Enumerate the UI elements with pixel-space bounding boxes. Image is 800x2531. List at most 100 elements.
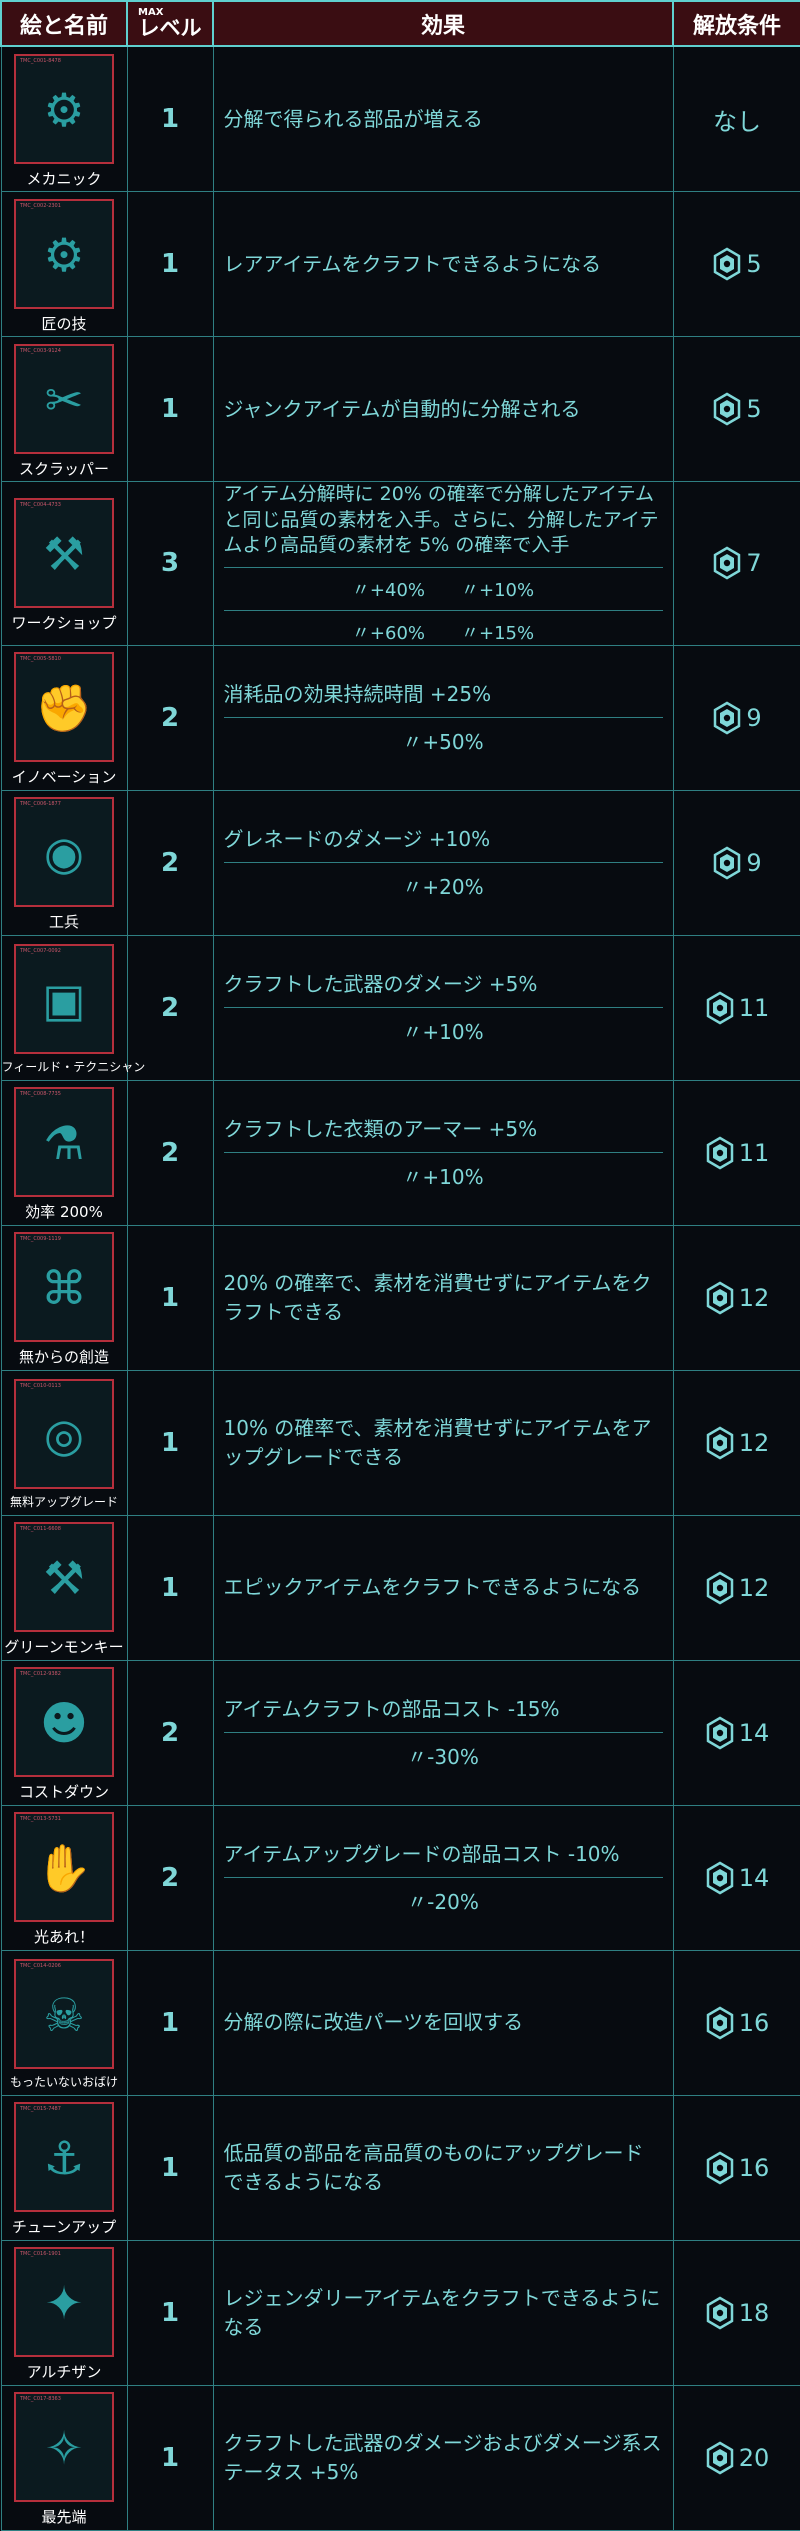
effect-text: アイテムアップグレードの部品コスト -10%: [223, 1842, 620, 1867]
unlock-value: 16: [738, 2008, 770, 2037]
effect-text: 20% の確率で、素材を消費せずにアイテムをクラフトできる: [223, 1270, 652, 1324]
perk-card: TMC_C008-7735 ⚗: [14, 1087, 114, 1198]
effect-level-value: 〃-20%: [407, 1890, 479, 1915]
max-level: 1: [126, 2239, 214, 2386]
perk-rows: TMC_C001-8478 ⚙ メカニック 1 分解で得られる部品が増える なし TMC_C…: [0, 45, 800, 2531]
table-row: TMC_C008-7735 ⚗ 効率 200% 2 クラフトした衣類のアーマー +5% 〃…: [0, 1079, 800, 1226]
perk-name: フィールド・テクニシャン: [1, 1060, 146, 1075]
skull-icon: ☠: [43, 1988, 85, 2043]
card-code: TMC_C006-1877: [20, 801, 61, 808]
perk-card: TMC_C012-9382 ☻: [14, 1667, 114, 1778]
tape-icon: ◎: [43, 1408, 85, 1463]
effect-text: レジェンダリーアイテムをクラフトできるようになる: [223, 2285, 661, 2339]
unlock-value: なし: [713, 107, 761, 136]
table-row: TMC_C011-6608 ⚒ グリーンモンキー 1 エピックアイテムをクラフトできるよ…: [0, 1514, 800, 1661]
effect-text: アイテムクラフトの部品コスト -15%: [223, 1697, 560, 1722]
effect-cell: エピックアイテムをクラフトできるようになる: [212, 1514, 674, 1661]
max-level: 2: [126, 789, 214, 936]
perk-cell: TMC_C006-1877 ◉ 工兵: [0, 789, 128, 936]
effect-cell: グレネードのダメージ +10% 〃+20%: [212, 789, 674, 936]
multitool-icon: ⚒: [43, 526, 85, 581]
unlock-value: 14: [738, 1718, 770, 1747]
unlock-cell: なし: [672, 45, 800, 192]
perk-points-gear-icon: [714, 247, 741, 281]
unlock-value: 11: [738, 1138, 770, 1167]
effect-divider: [223, 1007, 663, 1009]
unlock-cell: 16: [672, 2094, 800, 2241]
max-level: 2: [126, 1659, 214, 1806]
perk-cell: TMC_C007-0092 ▣ フィールド・テクニシャン: [0, 934, 146, 1081]
perk-points-gear-icon: [706, 2151, 733, 2185]
effect-cell: クラフトした衣類のアーマー +5% 〃+10%: [212, 1079, 674, 1226]
card-code: TMC_C005-5810: [20, 656, 61, 663]
perk-points-gear-icon: [706, 2441, 733, 2475]
perk-points-gear-icon: [714, 846, 741, 880]
effect-text: 分解で得られる部品が増える: [223, 106, 483, 131]
max-level: 1: [126, 1514, 214, 1661]
table-row: TMC_C004-4733 ⚒ ワークショップ 3 アイテム分解時に 20% の確率で分…: [0, 481, 800, 646]
header-level: MAX レベル: [126, 0, 214, 47]
unlock-value: 14: [738, 1863, 770, 1892]
table-row: TMC_C007-0092 ▣ フィールド・テクニシャン 2 クラフトした武器のダメージ…: [0, 934, 800, 1081]
perk-cell: TMC_C009-1119 ⌘ 無からの創造: [0, 1224, 128, 1371]
card-code: TMC_C016-1901: [20, 2251, 61, 2258]
effect-cell: レジェンダリーアイテムをクラフトできるようになる: [212, 2239, 674, 2386]
max-level: 1: [126, 2094, 214, 2241]
effect-cell: レアアイテムをクラフトできるようになる: [212, 191, 674, 337]
paper-crane-icon: ✧: [44, 2421, 84, 2476]
unlock-cell: 11: [672, 934, 800, 1081]
bag-tag-icon: ⌘: [41, 1261, 87, 1316]
perk-points-gear-icon: [714, 392, 741, 426]
effect-cell: 10% の確率で、素材を消費せずにアイテムをアップグレードできる: [212, 1369, 674, 1516]
table-row: TMC_C012-9382 ☻ コストダウン 2 アイテムクラフトの部品コスト -15%…: [0, 1659, 800, 1806]
effect-cell: ジャンクアイテムが自動的に分解される: [212, 336, 674, 482]
table-row: TMC_C017-8363 ✧ 最先端 1 クラフトした武器のダメージおよびダメージ系ス…: [0, 2384, 800, 2531]
max-level: 1: [126, 336, 214, 482]
effect-text: レアアイテムをクラフトできるようになる: [223, 251, 602, 276]
effect-cell: 20% の確率で、素材を消費せずにアイテムをクラフトできる: [212, 1224, 674, 1371]
effect-divider: [223, 609, 663, 611]
card-code: TMC_C015-7487: [20, 2106, 61, 2113]
cutter-hand-icon: ✂: [44, 372, 84, 427]
header-name: 絵と名前: [0, 0, 128, 47]
perk-name: 無料アップグレード: [9, 1495, 118, 1510]
perk-table: 絵と名前 MAX レベル 効果 解放条件 TMC_C001-8478 ⚙ メカニック…: [0, 0, 800, 2531]
effect-level-value: 〃-30%: [407, 1745, 479, 1770]
bottle-icon: ⚗: [43, 1116, 85, 1171]
table-row: TMC_C001-8478 ⚙ メカニック 1 分解で得られる部品が増える なし: [0, 45, 800, 192]
effect-cell: アイテムクラフトの部品コスト -15% 〃-30%: [212, 1659, 674, 1806]
max-level: 1: [126, 2384, 214, 2531]
effect-divider: [223, 1732, 663, 1734]
perk-cell: TMC_C016-1901 ✦ アルチザン: [0, 2239, 128, 2386]
card-code: TMC_C010-0113: [20, 1383, 61, 1390]
unlock-value: 5: [746, 250, 762, 278]
perk-name: 無からの創造: [18, 1348, 109, 1367]
max-level: 1: [126, 45, 214, 192]
table-row: TMC_C016-1901 ✦ アルチザン 1 レジェンダリーアイテムをクラフトできるよ…: [0, 2239, 800, 2386]
perk-card: TMC_C016-1901 ✦: [14, 2247, 114, 2358]
effect-divider: [223, 566, 663, 568]
effect-cell: クラフトした武器のダメージおよびダメージ系ステータス +5%: [212, 2384, 674, 2531]
effect-cell: 分解の際に改造パーツを回収する: [212, 1949, 674, 2096]
effect-level-value: 〃+10%: [402, 1020, 484, 1045]
perk-name: チューンアップ: [11, 2218, 117, 2237]
effect-cell: アイテムアップグレードの部品コスト -10% 〃-20%: [212, 1804, 674, 1951]
unlock-cell: 9: [672, 644, 800, 791]
unlock-cell: 14: [672, 1804, 800, 1951]
hand-light-icon: ✋: [35, 1840, 93, 1895]
max-level: 3: [126, 481, 214, 646]
unlock-value: 20: [738, 2443, 770, 2472]
perk-points-gear-icon: [706, 1426, 733, 1460]
max-level: 1: [126, 1949, 214, 2096]
unlock-value: 9: [746, 848, 762, 877]
effect-text: 低品質の部品を高品質のものにアップグレードできるようになる: [223, 2140, 644, 2194]
card-code: TMC_C014-0206: [20, 1963, 61, 1970]
perk-points-gear-icon: [706, 991, 733, 1025]
fist-icon: ✊: [35, 680, 93, 735]
grenade-lips-icon: ◉: [43, 826, 85, 881]
perk-points-gear-icon: [714, 547, 741, 580]
perk-cell: TMC_C011-6608 ⚒ グリーンモンキー: [0, 1514, 128, 1661]
effect-text: 10% の確率で、素材を消費せずにアイテムをアップグレードできる: [223, 1415, 652, 1469]
unlock-value: 5: [746, 395, 762, 423]
effect-text: クラフトした衣類のアーマー +5%: [223, 1117, 538, 1142]
